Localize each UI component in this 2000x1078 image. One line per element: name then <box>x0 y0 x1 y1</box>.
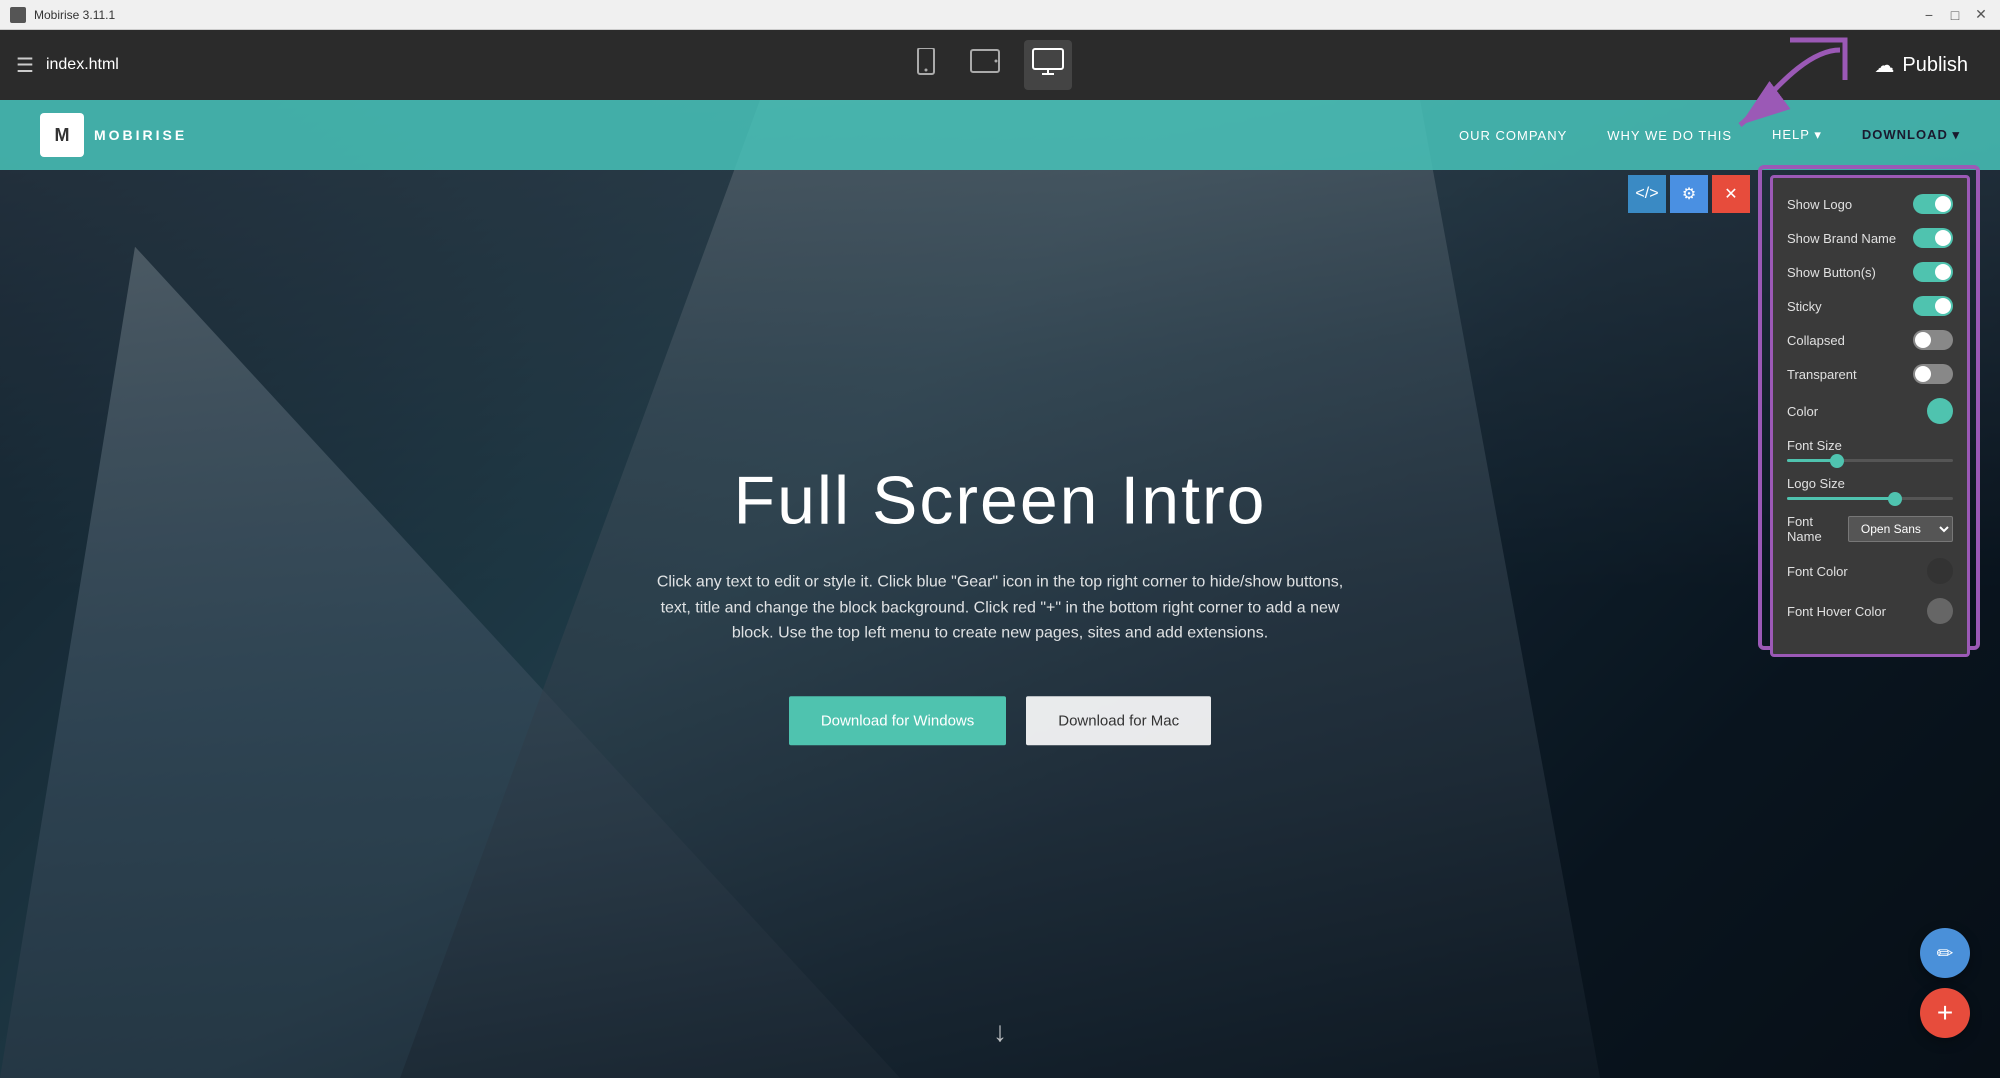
download-windows-button[interactable]: Download for Windows <box>789 696 1006 745</box>
toolbar-right: ☁ Publish <box>1858 45 1984 86</box>
setting-color: Color <box>1787 398 1953 424</box>
block-gear-button[interactable]: ⚙ <box>1670 175 1708 213</box>
font-size-track[interactable] <box>1787 459 1953 462</box>
setting-show-brand: Show Brand Name <box>1787 228 1953 248</box>
close-button[interactable]: ✕ <box>1972 6 1990 24</box>
nav-link-company[interactable]: OUR COMPANY <box>1459 128 1567 143</box>
logo-size-slider-container: Logo Size <box>1787 476 1953 500</box>
publish-label: Publish <box>1902 54 1968 77</box>
transparent-toggle[interactable] <box>1913 364 1953 384</box>
setting-sticky-label: Sticky <box>1787 299 1822 314</box>
publish-button[interactable]: ☁ Publish <box>1858 45 1984 86</box>
settings-panel: Show Logo Show Brand Name Show Button(s)… <box>1770 175 1970 657</box>
maximize-button[interactable]: □ <box>1946 6 1964 24</box>
scroll-down-arrow[interactable]: ↓ <box>993 1016 1007 1048</box>
site-logo: M MOBIRISE <box>40 113 187 157</box>
font-name-label: Font Name <box>1787 514 1848 544</box>
font-size-slider-container: Font Size <box>1787 438 1953 462</box>
logo-size-label: Logo Size <box>1787 476 1953 491</box>
title-bar: Mobirise 3.11.1 − □ ✕ <box>0 0 2000 30</box>
setting-color-label: Color <box>1787 404 1818 419</box>
logo-size-track[interactable] <box>1787 497 1953 500</box>
color-picker[interactable] <box>1927 398 1953 424</box>
setting-font-color: Font Color <box>1787 558 1953 584</box>
fab-add-button[interactable]: + <box>1920 988 1970 1038</box>
logo-size-thumb[interactable] <box>1888 492 1902 506</box>
site-nav-links: OUR COMPANY WHY WE DO THIS HELP ▾ DOWNLO… <box>1459 127 1960 143</box>
font-name-select[interactable]: Open Sans Roboto Lato Montserrat Oswald <box>1848 516 1953 542</box>
setting-show-buttons-label: Show Button(s) <box>1787 265 1876 280</box>
font-name-container: Font Name Open Sans Roboto Lato Montserr… <box>1787 514 1953 544</box>
minimize-button[interactable]: − <box>1920 6 1938 24</box>
title-bar-controls: − □ ✕ <box>1920 6 1990 24</box>
hero-subtitle[interactable]: Click any text to edit or style it. Clic… <box>640 569 1360 646</box>
file-name: index.html <box>46 56 119 74</box>
setting-transparent-label: Transparent <box>1787 367 1857 382</box>
publish-icon: ☁ <box>1874 53 1894 78</box>
setting-show-logo-label: Show Logo <box>1787 197 1852 212</box>
toolbar-center <box>906 40 1072 90</box>
sticky-toggle[interactable] <box>1913 296 1953 316</box>
desktop-device-button[interactable] <box>1024 40 1072 90</box>
download-mac-button[interactable]: Download for Mac <box>1026 696 1211 745</box>
mobile-device-button[interactable] <box>906 40 946 90</box>
main-area: M MOBIRISE OUR COMPANY WHY WE DO THIS HE… <box>0 100 2000 1078</box>
font-size-thumb[interactable] <box>1830 454 1844 468</box>
setting-collapsed-label: Collapsed <box>1787 333 1845 348</box>
nav-download-button[interactable]: DOWNLOAD ▾ <box>1862 127 1960 143</box>
collapsed-toggle[interactable] <box>1913 330 1953 350</box>
setting-show-logo: Show Logo <box>1787 194 1953 214</box>
site-logo-icon: M <box>40 113 84 157</box>
font-size-label: Font Size <box>1787 438 1953 453</box>
app-icon <box>10 7 26 23</box>
setting-show-brand-label: Show Brand Name <box>1787 231 1896 246</box>
setting-font-hover-color: Font Hover Color <box>1787 598 1953 624</box>
tablet-device-button[interactable] <box>962 41 1008 89</box>
edit-icon: ✏ <box>1937 941 1954 966</box>
block-controls: </> ⚙ ✕ <box>1628 175 1750 213</box>
add-icon: + <box>1937 997 1953 1029</box>
fab-edit-button[interactable]: ✏ <box>1920 928 1970 978</box>
logo-size-fill <box>1787 497 1895 500</box>
website-preview: M MOBIRISE OUR COMPANY WHY WE DO THIS HE… <box>0 100 2000 1078</box>
setting-show-buttons: Show Button(s) <box>1787 262 1953 282</box>
site-logo-text: MOBIRISE <box>94 127 187 143</box>
site-nav: M MOBIRISE OUR COMPANY WHY WE DO THIS HE… <box>0 100 2000 170</box>
nav-link-help[interactable]: HELP ▾ <box>1772 127 1822 143</box>
show-brand-toggle[interactable] <box>1913 228 1953 248</box>
app-toolbar: ☰ index.html <box>0 30 2000 100</box>
setting-font-color-label: Font Color <box>1787 564 1848 579</box>
setting-transparent: Transparent <box>1787 364 1953 384</box>
setting-font-hover-color-label: Font Hover Color <box>1787 604 1886 619</box>
hero-content: Full Screen Intro Click any text to edit… <box>550 461 1450 745</box>
hamburger-icon[interactable]: ☰ <box>16 53 34 78</box>
hero-buttons: Download for Windows Download for Mac <box>550 696 1450 745</box>
hero-title[interactable]: Full Screen Intro <box>550 461 1450 539</box>
app-title: Mobirise 3.11.1 <box>34 8 115 22</box>
font-color-picker[interactable] <box>1927 558 1953 584</box>
block-code-button[interactable]: </> <box>1628 175 1666 213</box>
nav-link-why[interactable]: WHY WE DO THIS <box>1607 128 1732 143</box>
show-logo-toggle[interactable] <box>1913 194 1953 214</box>
show-buttons-toggle[interactable] <box>1913 262 1953 282</box>
setting-sticky: Sticky <box>1787 296 1953 316</box>
setting-collapsed: Collapsed <box>1787 330 1953 350</box>
title-bar-left: Mobirise 3.11.1 <box>10 7 115 23</box>
font-hover-color-picker[interactable] <box>1927 598 1953 624</box>
toolbar-left: ☰ index.html <box>16 53 119 78</box>
block-delete-button[interactable]: ✕ <box>1712 175 1750 213</box>
